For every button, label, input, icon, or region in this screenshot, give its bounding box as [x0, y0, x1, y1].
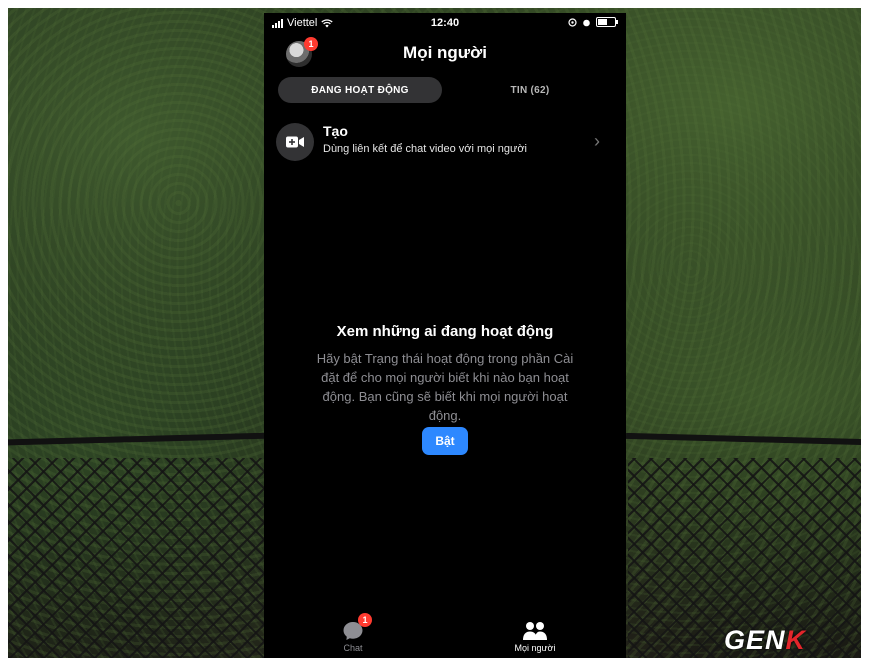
- tab-bar: 1 Chat Mọi người: [264, 613, 626, 658]
- tab-bar-chat[interactable]: 1 Chat: [308, 613, 398, 653]
- chat-badge: 1: [358, 613, 372, 627]
- people-icon: [523, 622, 547, 640]
- page-title: Mọi người: [403, 43, 487, 62]
- status-bar: Viettel 12:40: [264, 13, 626, 33]
- orientation-lock-icon: [568, 17, 577, 27]
- create-room-row[interactable]: Tạo Dùng liên kết để chat video với mọi …: [276, 121, 614, 165]
- chat-tab-icon-wrap: 1: [308, 613, 398, 641]
- logo-text-k: K: [785, 625, 807, 655]
- genk-logo: GENK: [724, 625, 806, 656]
- chevron-right-icon: ›: [594, 131, 600, 151]
- people-tab-icon-wrap: [490, 617, 580, 641]
- header: 1 Mọi người: [264, 37, 626, 77]
- logo-text-main: GEN: [724, 625, 786, 655]
- video-plus-icon: [276, 123, 314, 161]
- tab-bar-chat-label: Chat: [343, 643, 363, 653]
- bridge-fence-left: [8, 458, 266, 658]
- create-row-title: Tạo: [323, 123, 348, 139]
- tab-switcher: ĐANG HOẠT ĐỘNG TIN (62): [278, 77, 612, 103]
- create-row-subtitle: Dùng liên kết để chat video với mọi ngườ…: [323, 143, 528, 155]
- enable-active-status-button[interactable]: Bật: [422, 427, 468, 455]
- tab-bar-people[interactable]: Mọi người: [490, 617, 580, 653]
- tab-active-now[interactable]: ĐANG HOẠT ĐỘNG: [278, 77, 442, 103]
- empty-state-title: Xem những ai đang hoạt động: [336, 323, 554, 340]
- empty-state-body: Hãy bật Trạng thái hoạt động trong phần …: [316, 351, 574, 423]
- battery-icon: [596, 17, 618, 27]
- phone-screen: Viettel 12:40 1 Mọi người ĐANG HOẠT ĐỘNG: [264, 13, 626, 658]
- alarm-icon: [583, 19, 590, 26]
- tab-bar-people-label: Mọi người: [514, 643, 556, 653]
- status-right: [568, 17, 618, 27]
- tab-stories[interactable]: TIN (62): [448, 77, 612, 103]
